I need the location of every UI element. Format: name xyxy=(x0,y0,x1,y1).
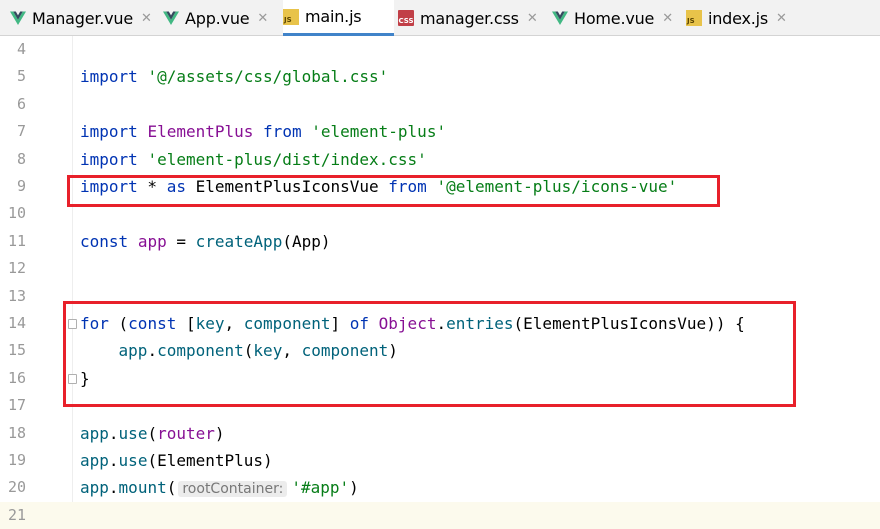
code-line[interactable]: 20 app.mount(rootContainer: '#app') xyxy=(0,474,880,501)
vue-icon xyxy=(552,10,568,26)
code-token: use xyxy=(118,423,148,443)
code-editor[interactable]: 4 5 import '@/assets/css/global.css' 6 7 impo… xyxy=(0,36,880,529)
close-tab-icon[interactable]: ✕ xyxy=(662,11,673,26)
code-token: router xyxy=(157,423,215,443)
code-token: import xyxy=(80,122,138,142)
code-line[interactable]: 5 import '@/assets/css/global.css' xyxy=(0,63,880,90)
line-number: 9 xyxy=(16,177,26,195)
code-text: import 'element-plus/dist/index.css' xyxy=(80,146,427,173)
tab-index-js[interactable]: JS index.js ✕ xyxy=(686,0,806,36)
editor-tab-bar: Manager.vue ✕ App.vue ✕ JS main.js CSS manager.… xyxy=(0,0,880,36)
code-token: '#app' xyxy=(291,478,350,498)
line-number: 21 xyxy=(7,505,26,524)
code-line[interactable]: 6 xyxy=(0,91,880,118)
code-token: createApp xyxy=(195,231,283,251)
code-token: ( xyxy=(147,423,158,443)
code-token: ( xyxy=(166,478,177,498)
code-token: import xyxy=(80,149,138,169)
code-token: mount xyxy=(118,478,167,498)
code-text: const app = createApp(App) xyxy=(80,228,331,255)
vue-icon xyxy=(163,10,179,26)
css-file-icon: CSS xyxy=(398,10,414,26)
highlight-box-import-icons xyxy=(67,175,720,207)
line-number: 8 xyxy=(16,149,26,168)
code-token: ) xyxy=(214,423,225,443)
code-token: import xyxy=(80,67,138,87)
code-token: . xyxy=(108,451,119,470)
js-file-icon: JS xyxy=(686,10,702,26)
line-number: 4 xyxy=(16,40,26,58)
line-number: 16 xyxy=(7,368,26,387)
code-line[interactable]: 18 app.use(router) xyxy=(0,420,880,447)
code-text: app.use(ElementPlus) xyxy=(80,447,273,474)
code-token: 'element-plus/dist/index.css' xyxy=(147,149,427,169)
code-token: '@/assets/css/global.css' xyxy=(147,67,389,87)
code-token: app xyxy=(80,423,109,443)
line-number: 13 xyxy=(7,286,26,305)
line-number: 11 xyxy=(7,231,26,250)
close-tab-icon[interactable]: ✕ xyxy=(776,11,787,26)
code-token: app xyxy=(80,478,109,498)
line-number: 20 xyxy=(7,478,26,497)
parameter-hint: rootContainer: xyxy=(178,481,288,498)
tab-main-js[interactable]: JS main.js xyxy=(283,0,394,36)
tab-home-vue[interactable]: Home.vue ✕ xyxy=(552,0,680,36)
code-token: const xyxy=(80,231,129,251)
line-number: 15 xyxy=(7,341,26,360)
tab-label: Manager.vue xyxy=(32,8,134,28)
code-line[interactable]: 19 app.use(ElementPlus) xyxy=(0,447,880,474)
tab-label: manager.css xyxy=(420,8,519,28)
tab-label: main.js xyxy=(305,7,362,26)
close-tab-icon[interactable]: ✕ xyxy=(527,11,538,26)
code-line[interactable]: 12 xyxy=(0,255,880,282)
code-token: (App) xyxy=(282,231,331,251)
line-number: 6 xyxy=(16,94,26,113)
code-text: import ElementPlus from 'element-plus' xyxy=(80,118,446,145)
line-number: 19 xyxy=(7,451,26,469)
tab-label: index.js xyxy=(708,8,769,28)
tab-app-vue[interactable]: App.vue ✕ xyxy=(163,0,281,36)
code-line[interactable]: 21 xyxy=(0,501,880,529)
tab-label: Home.vue xyxy=(574,8,655,28)
code-token: 'element-plus' xyxy=(311,122,447,142)
code-token: use xyxy=(118,451,148,470)
code-token: app xyxy=(80,451,109,470)
line-number: 14 xyxy=(7,314,26,332)
line-number: 10 xyxy=(7,204,26,223)
code-text: import '@/assets/css/global.css' xyxy=(80,63,388,90)
code-line[interactable]: 7 import ElementPlus from 'element-plus' xyxy=(0,118,880,145)
tab-manager-css[interactable]: CSS manager.css ✕ xyxy=(398,0,544,36)
close-tab-icon[interactable]: ✕ xyxy=(257,11,268,26)
code-line[interactable]: 4 xyxy=(0,36,880,63)
code-token: . xyxy=(108,478,119,498)
line-number: 17 xyxy=(7,396,26,415)
code-line[interactable]: 8 import 'element-plus/dist/index.css' xyxy=(0,146,880,173)
code-token: . xyxy=(108,423,119,443)
line-number: 5 xyxy=(16,67,26,86)
close-tab-icon[interactable]: ✕ xyxy=(141,11,152,26)
code-token: from xyxy=(263,122,302,142)
code-token: (ElementPlus) xyxy=(147,451,273,470)
tab-label: App.vue xyxy=(185,8,250,28)
highlight-box-for-loop xyxy=(63,301,796,407)
code-line[interactable]: 11 const app = createApp(App) xyxy=(0,228,880,255)
code-text: app.mount(rootContainer: '#app') xyxy=(80,474,359,503)
code-token: ElementPlus xyxy=(147,122,254,142)
code-text: app.use(router) xyxy=(80,420,225,447)
vue-icon xyxy=(10,10,26,26)
line-number: 12 xyxy=(7,259,26,278)
code-token: app xyxy=(137,231,167,251)
line-number: 18 xyxy=(7,423,26,442)
code-token: ) xyxy=(349,478,359,498)
code-token: = xyxy=(166,231,196,251)
line-number: 7 xyxy=(16,122,26,141)
js-file-icon: JS xyxy=(283,8,299,25)
tab-manager-vue[interactable]: Manager.vue ✕ xyxy=(10,0,152,36)
